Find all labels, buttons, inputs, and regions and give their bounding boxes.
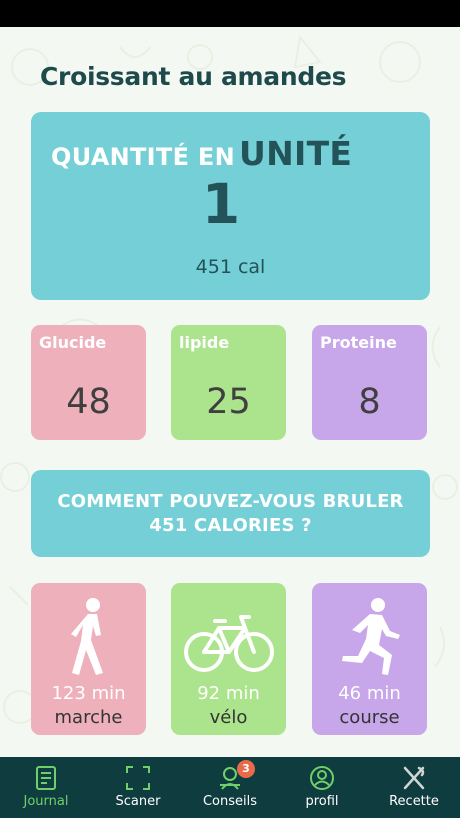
- activity-card-course[interactable]: 46 min course: [312, 583, 427, 735]
- quantity-card[interactable]: QUANTITÉ EN UNITÉ 1 451 cal: [31, 112, 430, 300]
- quantity-unit: UNITÉ: [239, 134, 353, 173]
- scan-icon: [126, 766, 150, 790]
- burn-calories-banner: COMMENT POUVEZ-VOUS BRULER 451 CALORIES …: [31, 470, 430, 557]
- macro-card-lipide: lipide 25: [171, 325, 286, 440]
- macro-card-glucide: Glucide 48: [31, 325, 146, 440]
- quantity-label-prefix: QUANTITÉ EN: [51, 143, 236, 171]
- burn-question: COMMENT POUVEZ-VOUS BRULER 451 CALORIES …: [57, 490, 404, 536]
- macro-value: 8: [358, 382, 381, 422]
- macro-card-proteine: Proteine 8: [312, 325, 427, 440]
- running-icon: [342, 598, 400, 675]
- bicycle-icon: [184, 615, 274, 672]
- activity-minutes: 92 min: [197, 683, 260, 704]
- tab-label: Journal: [23, 794, 69, 809]
- activity-name: marche: [54, 707, 123, 728]
- tab-label: Recette: [389, 794, 439, 809]
- tab-scaner[interactable]: Scaner: [92, 757, 184, 818]
- profile-icon: [310, 766, 334, 790]
- walking-icon: [71, 598, 103, 675]
- notification-badge: 3: [237, 760, 255, 778]
- quantity-value: 1: [201, 172, 241, 236]
- macro-label: Proteine: [320, 333, 397, 352]
- macro-label: Glucide: [39, 333, 107, 352]
- macro-value: 48: [66, 382, 111, 422]
- journal-icon: [36, 766, 56, 790]
- activity-name: vélo: [209, 707, 248, 728]
- tab-label: Conseils: [202, 794, 258, 809]
- activity-name: course: [339, 707, 400, 728]
- activity-minutes: 46 min: [338, 683, 401, 704]
- quantity-label: QUANTITÉ EN UNITÉ: [51, 134, 352, 173]
- tab-conseils[interactable]: 3 Conseils: [184, 757, 276, 818]
- activity-card-velo[interactable]: 92 min vélo: [171, 583, 286, 735]
- utensils-icon: [403, 766, 425, 790]
- tab-journal[interactable]: Journal: [0, 757, 92, 818]
- status-bar: [0, 0, 460, 27]
- macro-value: 25: [206, 382, 251, 422]
- bottom-tab-bar: Journal Scaner 3 Conseils profil Recette: [0, 757, 460, 818]
- tab-profil[interactable]: profil: [276, 757, 368, 818]
- page-title: Croissant au amandes: [40, 62, 347, 91]
- tab-label: profil: [305, 794, 339, 809]
- activity-minutes: 123 min: [51, 683, 126, 704]
- quantity-calories: 451 cal: [195, 256, 266, 278]
- activity-card-marche[interactable]: 123 min marche: [31, 583, 146, 735]
- tab-label: Scaner: [115, 794, 161, 809]
- macro-label: lipide: [179, 333, 230, 352]
- tab-recette[interactable]: Recette: [368, 757, 460, 818]
